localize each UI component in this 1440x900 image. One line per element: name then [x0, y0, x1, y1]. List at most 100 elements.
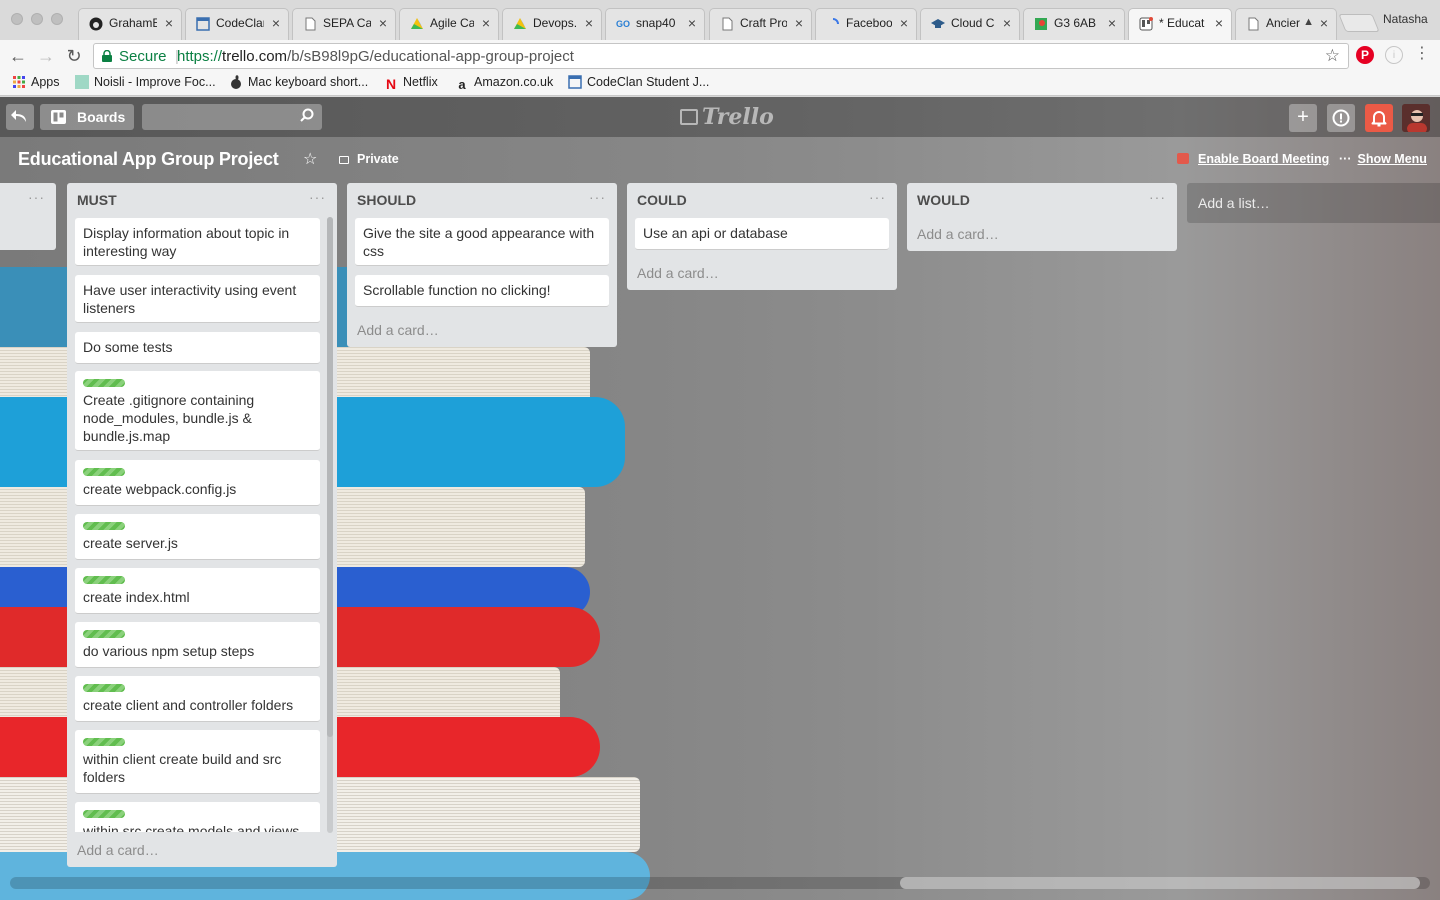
list-title[interactable]: MUST: [77, 192, 117, 208]
star-icon[interactable]: ☆: [303, 149, 317, 169]
add-card-button[interactable]: Add a card…: [637, 265, 719, 281]
browser-tab[interactable]: GrahamE ×: [78, 8, 182, 40]
profile-name[interactable]: Natasha: [1383, 12, 1428, 26]
new-tab-button[interactable]: [1338, 14, 1380, 32]
list-could: COULD ··· Use an api or database Add a c…: [627, 183, 897, 290]
browser-tab[interactable]: Devops. ×: [502, 8, 602, 40]
minimize-window-button[interactable]: [31, 13, 43, 25]
url-text[interactable]: https://trello.com/b/sB98l9pG/educationa…: [177, 48, 574, 65]
reload-icon[interactable]: ↻: [63, 45, 85, 67]
browser-tab[interactable]: Ancier ▲ ×: [1235, 8, 1337, 40]
maximize-window-button[interactable]: [51, 13, 63, 25]
back-arrow-icon[interactable]: ←: [7, 45, 29, 67]
bookmark-star-icon[interactable]: ☆: [1325, 46, 1340, 66]
bookmark-noisli[interactable]: Noisli - Improve Foc...: [75, 75, 216, 89]
add-card-button[interactable]: Add a card…: [357, 322, 439, 338]
snap-icon: GO: [616, 19, 631, 29]
bookmark-apps[interactable]: Apps: [12, 75, 60, 89]
card[interactable]: Do some tests: [75, 332, 320, 364]
pinterest-icon[interactable]: P: [1356, 46, 1374, 64]
close-tab-icon[interactable]: ×: [165, 15, 173, 31]
card-label-green: [83, 379, 125, 387]
card[interactable]: Display information about topic in inter…: [75, 218, 320, 266]
card[interactable]: create index.html: [75, 568, 320, 614]
bookmark-mac-keyboard[interactable]: Mac keyboard short...: [229, 75, 368, 89]
card[interactable]: Scrollable function no clicking!: [355, 275, 609, 307]
card[interactable]: do various npm setup steps: [75, 622, 320, 668]
chrome-menu-icon[interactable]: ⋮: [1413, 46, 1431, 64]
browser-tab[interactable]: Craft Pro ×: [709, 8, 812, 40]
list-menu-icon[interactable]: ···: [1149, 189, 1166, 205]
speaker-icon[interactable]: ▲: [1303, 16, 1314, 28]
trello-logo-text: Trello: [702, 104, 774, 130]
close-tab-icon[interactable]: ×: [585, 15, 593, 31]
card-title: within client create build and src folde…: [83, 751, 282, 785]
close-tab-icon[interactable]: ×: [1003, 15, 1011, 31]
browser-tab[interactable]: SEPA Ca ×: [292, 8, 396, 40]
browser-tab[interactable]: Agile Ca ×: [399, 8, 499, 40]
close-window-button[interactable]: [11, 13, 23, 25]
add-card-button[interactable]: Add a card…: [77, 842, 159, 858]
list-scrollbar[interactable]: [327, 217, 333, 833]
close-tab-icon[interactable]: ×: [900, 15, 908, 31]
show-menu-button[interactable]: ··· Show Menu: [1339, 152, 1427, 166]
back-arrow-button[interactable]: [6, 104, 34, 130]
info-button[interactable]: [1327, 104, 1355, 132]
list-title[interactable]: SHOULD: [357, 192, 416, 208]
list-title[interactable]: COULD: [637, 192, 687, 208]
board-horizontal-scrollbar[interactable]: [10, 877, 1430, 889]
card[interactable]: Have user interactivity using event list…: [75, 275, 320, 323]
address-bar[interactable]: Secure | https://trello.com/b/sB98l9pG/e…: [93, 43, 1349, 69]
browser-tab[interactable]: Faceboo ×: [815, 8, 917, 40]
card[interactable]: within client create build and src folde…: [75, 730, 320, 794]
add-list-button[interactable]: Add a list…: [1187, 183, 1440, 223]
list-menu-icon[interactable]: ···: [589, 189, 606, 205]
card[interactable]: create webpack.config.js: [75, 460, 320, 506]
close-tab-icon[interactable]: ×: [482, 15, 490, 31]
card-title: Give the site a good appearance with css: [363, 225, 595, 259]
browser-tab[interactable]: Cloud C ×: [920, 8, 1020, 40]
browser-tab[interactable]: CodeClar ×: [185, 8, 289, 40]
close-tab-icon[interactable]: ×: [379, 15, 387, 31]
bookmark-codeclan[interactable]: CodeClan Student J...: [568, 75, 709, 89]
card[interactable]: within src create models and views: [75, 802, 320, 832]
card[interactable]: Create .gitignore containing node_module…: [75, 371, 320, 451]
browser-tab[interactable]: G3 6AB ×: [1023, 8, 1125, 40]
forward-arrow-icon[interactable]: →: [35, 45, 57, 67]
privacy-button[interactable]: Private: [339, 152, 399, 166]
extension-icon[interactable]: i: [1385, 46, 1403, 64]
enable-board-meeting-button[interactable]: Enable Board Meeting: [1177, 152, 1329, 166]
board-scrollbar-thumb[interactable]: [900, 877, 1420, 889]
card[interactable]: create client and controller folders: [75, 676, 320, 722]
close-tab-icon[interactable]: ×: [1320, 15, 1328, 31]
avatar[interactable]: [1402, 104, 1430, 132]
list-menu-icon[interactable]: ···: [28, 189, 45, 205]
trello-logo[interactable]: Trello: [680, 104, 774, 130]
browser-toolbar: ← → ↻ Secure | https://trello.com/b/sB98…: [0, 40, 1440, 72]
add-card-button[interactable]: Add a card…: [917, 226, 999, 242]
browser-tab-active[interactable]: * Educat ×: [1128, 8, 1232, 41]
browser-tab[interactable]: GO snap40 ×: [605, 8, 705, 40]
add-plus-button[interactable]: +: [1289, 104, 1317, 132]
close-tab-icon[interactable]: ×: [1215, 15, 1223, 31]
board-search-input[interactable]: [142, 104, 322, 130]
boards-button[interactable]: Boards: [40, 104, 134, 130]
notifications-button[interactable]: [1365, 104, 1393, 132]
list-scrollbar-thumb[interactable]: [327, 217, 333, 737]
close-tab-icon[interactable]: ×: [1108, 15, 1116, 31]
close-tab-icon[interactable]: ×: [795, 15, 803, 31]
card[interactable]: Use an api or database: [635, 218, 889, 250]
list-menu-icon[interactable]: ···: [309, 189, 326, 205]
list-title[interactable]: WOULD: [917, 192, 970, 208]
page-icon: [196, 17, 210, 31]
tab-title: Faceboo: [846, 16, 892, 30]
list-menu-icon[interactable]: ···: [869, 189, 886, 205]
card[interactable]: create server.js: [75, 514, 320, 560]
bookmark-netflix[interactable]: N Netflix: [384, 75, 438, 91]
board-title[interactable]: Educational App Group Project: [18, 149, 279, 170]
bookmark-amazon[interactable]: a Amazon.co.uk: [455, 75, 553, 92]
card[interactable]: Give the site a good appearance with css: [355, 218, 609, 266]
close-tab-icon[interactable]: ×: [688, 15, 696, 31]
amazon-icon: a: [458, 77, 466, 92]
close-tab-icon[interactable]: ×: [272, 15, 280, 31]
